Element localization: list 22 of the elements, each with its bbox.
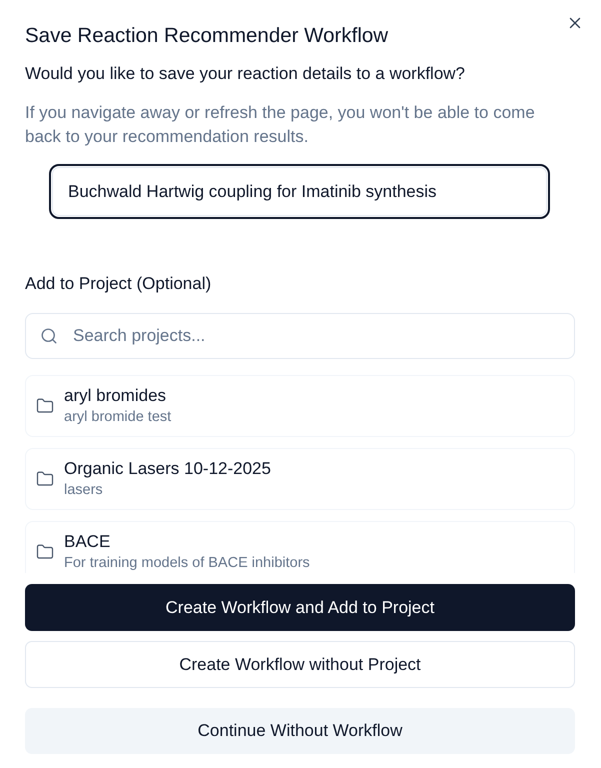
folder-icon [36, 470, 54, 488]
project-description: aryl bromide test [64, 408, 172, 427]
project-item[interactable]: BACE For training models of BACE inhibitors [25, 521, 575, 573]
warning-text: If you navigate away or refresh the page, you won't be able to come back to your recommendation results. [25, 102, 536, 148]
project-item[interactable]: Organic Lasers 10-12-2025 lasers [25, 448, 575, 510]
action-button[interactable]: Continue Without Workflow [25, 708, 575, 754]
project-name: BACE [64, 531, 112, 553]
project-item[interactable]: aryl bromides aryl bromide test [25, 375, 575, 437]
section-label: Add to Project (Optional) [25, 273, 212, 295]
workflow-name-input[interactable]: Buchwald Hartwig coupling for Imatinib synthesis [49, 164, 550, 219]
search-field[interactable]: Search projects... [25, 313, 575, 359]
project-name: aryl bromides [64, 385, 168, 407]
project-description: lasers [64, 481, 104, 500]
action-button[interactable]: Create Workflow and Add to Project [25, 584, 575, 631]
dialog-subtitle: Would you like to save your reaction details to a workflow? [25, 63, 466, 85]
action-button[interactable]: Create Workflow without Project [25, 641, 575, 688]
dialog-title: Save Reaction Recommender Workflow [25, 23, 388, 49]
project-description: For training models of BACE inhibitors [64, 554, 310, 573]
folder-icon [36, 543, 54, 561]
folder-icon [36, 397, 54, 415]
project-name: Organic Lasers 10-12-2025 [64, 458, 271, 480]
search-icon [40, 327, 58, 345]
